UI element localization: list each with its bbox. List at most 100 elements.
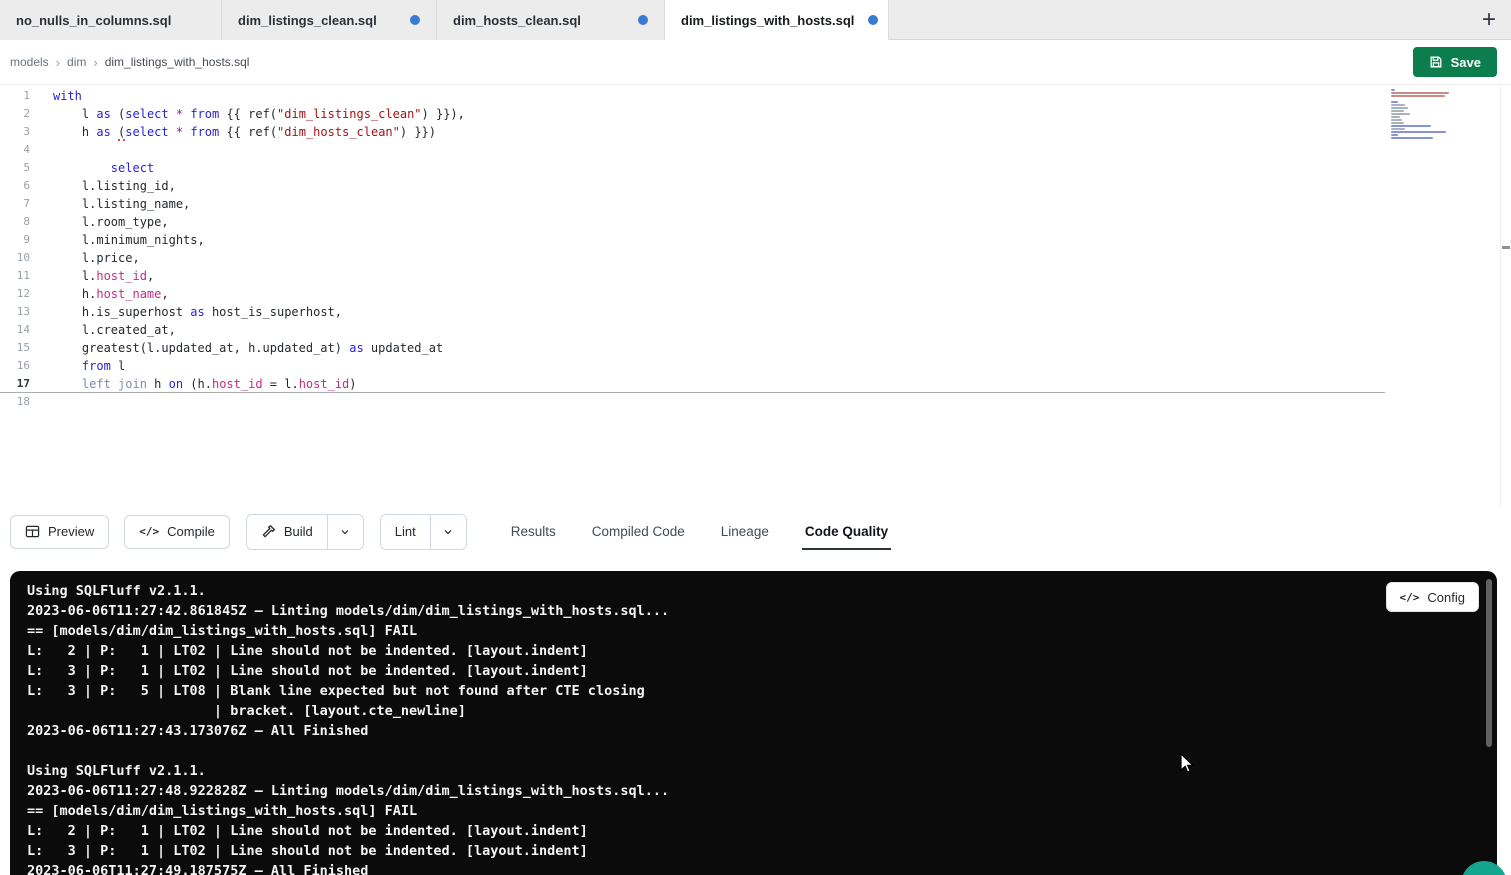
line-number[interactable]: 11 bbox=[0, 267, 30, 285]
chevron-down-icon bbox=[339, 526, 351, 538]
code-line[interactable]: 4 bbox=[0, 141, 1385, 159]
editor-tab-bar: no_nulls_in_columns.sql dim_listings_clea… bbox=[0, 0, 1511, 40]
lint-button[interactable]: Lint bbox=[381, 515, 430, 549]
code-line[interactable]: 9 l.minimum_nights, bbox=[0, 231, 1385, 249]
scrollbar-marker bbox=[1502, 246, 1510, 249]
minimap-line bbox=[1391, 101, 1398, 103]
editor-tab[interactable]: dim_listings_clean.sql bbox=[222, 0, 437, 40]
preview-button[interactable]: Preview bbox=[10, 515, 109, 549]
line-number[interactable]: 6 bbox=[0, 177, 30, 195]
terminal-line: 2023-06-06T11:27:43.173076Z — All Finish… bbox=[27, 721, 1481, 741]
terminal-line: | bracket. [layout.cte_newline] bbox=[27, 701, 1481, 721]
line-number[interactable]: 13 bbox=[0, 303, 30, 321]
compile-button-label: Compile bbox=[167, 524, 215, 539]
terminal-line: 2023-06-06T11:27:42.861845Z — Linting mo… bbox=[27, 601, 1481, 621]
panel-tab-code-quality[interactable]: Code Quality bbox=[805, 508, 888, 555]
terminal-line: 2023-06-06T11:27:49.187575Z — All Finish… bbox=[27, 861, 1481, 875]
editor-tab[interactable]: dim_hosts_clean.sql bbox=[437, 0, 665, 40]
code-line-text: l.price, bbox=[30, 249, 140, 267]
code-line[interactable]: 16 from l bbox=[0, 357, 1385, 375]
build-dropdown-button[interactable] bbox=[327, 515, 363, 549]
terminal-line: Using SQLFluff v2.1.1. bbox=[27, 581, 1481, 601]
breadcrumb-item[interactable]: dim_listings_with_hosts.sql bbox=[105, 55, 250, 69]
line-number[interactable]: 12 bbox=[0, 285, 30, 303]
tab-label: dim_listings_clean.sql bbox=[238, 13, 377, 28]
code-line-text: l.minimum_nights, bbox=[30, 231, 205, 249]
panel-tab-compiled-code[interactable]: Compiled Code bbox=[592, 508, 685, 555]
code-editor[interactable]: 1with2 l as (select * from {{ ref("dim_l… bbox=[0, 85, 1511, 508]
minimap-line bbox=[1391, 125, 1431, 127]
tab-label: no_nulls_in_columns.sql bbox=[16, 13, 171, 28]
code-line[interactable]: 13 h.is_superhost as host_is_superhost, bbox=[0, 303, 1385, 321]
breadcrumb: models›dim›dim_listings_with_hosts.sql bbox=[10, 55, 249, 70]
chevron-down-icon bbox=[442, 526, 454, 538]
terminal-scrollbar-thumb[interactable] bbox=[1486, 579, 1492, 747]
config-button-label: Config bbox=[1427, 590, 1465, 605]
line-number[interactable]: 10 bbox=[0, 249, 30, 267]
code-line[interactable]: 6 l.listing_id, bbox=[0, 177, 1385, 195]
minimap-line bbox=[1391, 113, 1410, 115]
code-line[interactable]: 1with bbox=[0, 87, 1385, 105]
terminal-line: == [models/dim/dim_listings_with_hosts.s… bbox=[27, 801, 1481, 821]
line-number[interactable]: 4 bbox=[0, 141, 30, 159]
breadcrumb-item[interactable]: dim bbox=[67, 55, 86, 69]
code-line[interactable]: 14 l.created_at, bbox=[0, 321, 1385, 339]
editor-tab[interactable]: no_nulls_in_columns.sql bbox=[0, 0, 222, 40]
code-line-text bbox=[30, 141, 53, 159]
line-number[interactable]: 16 bbox=[0, 357, 30, 375]
editor-scrollbar[interactable] bbox=[1500, 85, 1509, 508]
code-line[interactable]: 15 greatest(l.updated_at, h.updated_at) … bbox=[0, 339, 1385, 357]
line-number[interactable]: 9 bbox=[0, 231, 30, 249]
build-button[interactable]: Build bbox=[247, 515, 327, 549]
line-number[interactable]: 8 bbox=[0, 213, 30, 231]
action-toolbar: Preview </> Compile Build Lint bbox=[0, 508, 1511, 555]
compile-button[interactable]: </> Compile bbox=[124, 515, 230, 549]
line-number[interactable]: 17 bbox=[0, 375, 30, 392]
line-number[interactable]: 7 bbox=[0, 195, 30, 213]
code-line-text: l as (select * from {{ ref("dim_listings… bbox=[30, 105, 465, 123]
code-line[interactable]: 3 h as (select * from {{ ref("dim_hosts_… bbox=[0, 123, 1385, 141]
terminal-line bbox=[27, 741, 1481, 761]
editor-tab[interactable]: dim_listings_with_hosts.sql bbox=[665, 0, 889, 40]
panel-tab-results[interactable]: Results bbox=[511, 508, 556, 555]
minimap-line bbox=[1391, 128, 1405, 130]
code-line-text: h.is_superhost as host_is_superhost, bbox=[30, 303, 342, 321]
line-number[interactable]: 14 bbox=[0, 321, 30, 339]
breadcrumb-item[interactable]: models bbox=[10, 55, 49, 69]
config-code-icon: </> bbox=[1400, 591, 1420, 604]
minimap-line bbox=[1391, 95, 1445, 97]
new-tab-button[interactable]: + bbox=[1467, 0, 1511, 40]
unsaved-indicator-dot bbox=[638, 15, 648, 25]
preview-button-label: Preview bbox=[48, 524, 94, 539]
minimap[interactable] bbox=[1391, 89, 1463, 143]
code-line[interactable]: 18 bbox=[0, 393, 1385, 411]
code-line-text: greatest(l.updated_at, h.updated_at) as … bbox=[30, 339, 443, 357]
line-number[interactable]: 18 bbox=[0, 393, 30, 411]
line-number[interactable]: 2 bbox=[0, 105, 30, 123]
code-line[interactable]: 11 l.host_id, bbox=[0, 267, 1385, 285]
line-number[interactable]: 3 bbox=[0, 123, 30, 141]
line-number[interactable]: 15 bbox=[0, 339, 30, 357]
code-line[interactable]: 2 l as (select * from {{ ref("dim_listin… bbox=[0, 105, 1385, 123]
code-line-text: from l bbox=[30, 357, 125, 375]
code-line[interactable]: 12 h.host_name, bbox=[0, 285, 1385, 303]
terminal-line: L: 3 | P: 1 | LT02 | Line should not be … bbox=[27, 841, 1481, 861]
code-line[interactable]: 10 l.price, bbox=[0, 249, 1385, 267]
minimap-line bbox=[1391, 116, 1400, 118]
code-line-text: h as (select * from {{ ref("dim_hosts_cl… bbox=[30, 123, 436, 141]
lint-config-button[interactable]: </> Config bbox=[1386, 582, 1479, 612]
line-number[interactable]: 5 bbox=[0, 159, 30, 177]
save-button[interactable]: Save bbox=[1413, 47, 1497, 77]
code-line[interactable]: 17 left join h on (h.host_id = l.host_id… bbox=[0, 375, 1385, 393]
code-line[interactable]: 5 select bbox=[0, 159, 1385, 177]
terminal-lines: Using SQLFluff v2.1.1.2023-06-06T11:27:4… bbox=[27, 581, 1481, 875]
minimap-line bbox=[1391, 122, 1404, 124]
save-button-label: Save bbox=[1451, 55, 1481, 70]
code-line[interactable]: 7 l.listing_name, bbox=[0, 195, 1385, 213]
line-number[interactable]: 1 bbox=[0, 87, 30, 105]
lint-dropdown-button[interactable] bbox=[430, 515, 466, 549]
minimap-line bbox=[1391, 89, 1395, 91]
code-line[interactable]: 8 l.room_type, bbox=[0, 213, 1385, 231]
panel-tab-lineage[interactable]: Lineage bbox=[721, 508, 769, 555]
lint-output-terminal: Using SQLFluff v2.1.1.2023-06-06T11:27:4… bbox=[10, 571, 1497, 875]
